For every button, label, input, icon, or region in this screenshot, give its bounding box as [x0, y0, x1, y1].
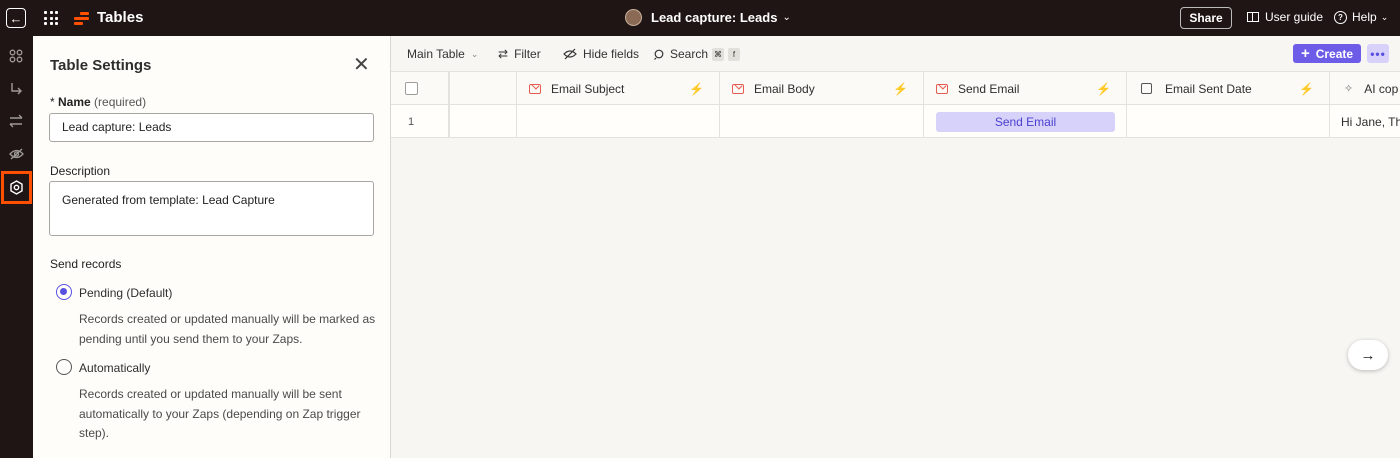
settings-gear-button[interactable] [1, 171, 32, 204]
user-guide-label: User guide [1265, 10, 1324, 24]
chevron-down-icon: ⌄ [782, 12, 791, 23]
search-icon [654, 49, 664, 60]
help-icon: ? [1334, 10, 1347, 24]
hidden-eye-icon [563, 48, 577, 60]
filter-icon: ⇄ [498, 47, 509, 61]
name-label: * Name (required) [50, 95, 147, 109]
filter-button[interactable]: ⇄ Filter [498, 47, 541, 61]
view-label: Main Table [407, 47, 465, 61]
pending-description: Records created or updated manually will… [79, 312, 376, 346]
search-button[interactable]: Search ⌘ f [654, 47, 741, 61]
name-field[interactable]: Lead capture: Leads [49, 113, 374, 142]
app-brand[interactable]: Tables [74, 9, 143, 26]
more-icon: ••• [1370, 46, 1386, 61]
book-icon [1247, 12, 1259, 22]
column-title: Email Body [754, 81, 815, 96]
automatically-radio[interactable] [56, 359, 72, 375]
arrow-right-icon: → [1360, 346, 1376, 364]
column-title: Email Subject [551, 81, 625, 96]
create-label: Create [1315, 46, 1354, 61]
search-label: Search [670, 47, 709, 61]
hide-fields-button[interactable]: Hide fields [563, 47, 639, 61]
column-title: AI cop [1364, 81, 1399, 96]
email-subject-cell[interactable] [517, 105, 720, 138]
left-rail [0, 36, 33, 458]
swap-icon[interactable] [7, 112, 25, 130]
row-number: 1 [408, 115, 415, 128]
user-guide-link[interactable]: User guide [1247, 10, 1323, 24]
send-records-label: Send records [50, 257, 122, 271]
more-options-button[interactable]: ••• [1367, 44, 1389, 63]
column-title: Send Email [958, 81, 1020, 96]
app-name: Tables [97, 9, 144, 26]
column-header-email-body[interactable]: Email Body ⚡ [720, 72, 924, 105]
scroll-right-button[interactable]: → [1348, 340, 1388, 370]
select-all-checkbox[interactable] [405, 82, 418, 95]
view-selector[interactable]: Main Table ⌄ [407, 47, 478, 61]
pending-radio[interactable] [56, 284, 72, 300]
row-number-cell[interactable]: 1 [391, 105, 449, 138]
arrow-left-icon: ← [9, 10, 23, 26]
close-icon[interactable]: ✕ [353, 55, 370, 75]
bolt-icon: ⚡ [893, 81, 908, 96]
chevron-down-icon: ⌄ [470, 48, 479, 59]
table-toolbar: Main Table ⌄ ⇄ Filter Hide fields Search… [391, 36, 1400, 72]
ai-copy-cell[interactable]: Hi Jane, Th [1330, 105, 1400, 138]
filter-label: Filter [514, 47, 541, 61]
email-sent-date-cell[interactable] [1127, 105, 1330, 138]
mail-icon [732, 83, 744, 94]
table-title-dropdown[interactable]: Lead capture: Leads ⌄ [625, 9, 791, 26]
column-title: Email Sent Date [1165, 81, 1252, 96]
column-header-ai-copy[interactable]: ✧ AI cop [1330, 72, 1400, 105]
help-menu[interactable]: ? Help ⌄ [1334, 10, 1388, 24]
chevron-down-icon: ⌄ [1380, 11, 1389, 22]
description-field[interactable]: Generated from template: Lead Capture [49, 181, 374, 236]
row-blank-cell[interactable] [449, 105, 517, 138]
column-header-email-sent-date[interactable]: Email Sent Date ⚡ [1127, 72, 1330, 105]
back-button[interactable]: ← [6, 8, 26, 28]
arrow-turn-icon[interactable] [7, 80, 25, 98]
column-header-email-subject[interactable]: Email Subject ⚡ [517, 72, 720, 105]
top-bar: ← Tables Lead capture: Leads ⌄ Share Use… [0, 0, 1400, 36]
pending-radio-label[interactable]: Pending (Default) [79, 286, 172, 300]
command-key: ⌘ [712, 47, 725, 61]
table-title: Lead capture: Leads [651, 10, 778, 25]
automatically-radio-label[interactable]: Automatically [79, 361, 150, 375]
create-button[interactable]: + Create [1293, 44, 1361, 63]
hide-fields-label: Hide fields [583, 47, 640, 61]
tables-logo-icon [74, 11, 90, 25]
help-label: Help [1352, 10, 1377, 24]
avatar [625, 9, 642, 26]
apps-icon[interactable] [7, 47, 25, 65]
bolt-icon: ⚡ [1299, 81, 1314, 96]
header-blank-cell [449, 72, 517, 105]
gear-icon [10, 180, 23, 195]
bolt-icon: ⚡ [689, 81, 704, 96]
calendar-icon [1141, 83, 1152, 94]
send-email-button[interactable]: Send Email [936, 111, 1115, 132]
mail-icon [936, 83, 948, 94]
select-all-cell [391, 72, 449, 105]
description-label: Description [50, 164, 111, 178]
apps-grid-icon[interactable] [44, 11, 58, 25]
automatically-description: Records created or updated manually will… [79, 387, 361, 440]
hidden-eye-icon[interactable] [7, 145, 25, 163]
plus-icon: + [1300, 45, 1310, 62]
send-email-cell: Send Email [924, 105, 1127, 138]
table-settings-panel: Table Settings ✕ * Name (required) Lead … [33, 36, 391, 458]
email-body-cell[interactable] [720, 105, 924, 138]
table-row: 1 Send Email Hi Jane, Th [391, 105, 1400, 138]
share-button[interactable]: Share [1180, 7, 1232, 29]
mail-icon [529, 83, 541, 94]
ai-copy-text: Hi Jane, Th [1341, 114, 1400, 129]
ai-icon: ✧ [1344, 83, 1354, 95]
f-key: f [728, 47, 741, 61]
panel-title: Table Settings [50, 57, 152, 74]
table-header-row: Email Subject ⚡ Email Body ⚡ Send Email … [391, 72, 1400, 105]
column-header-send-email[interactable]: Send Email ⚡ [924, 72, 1127, 105]
bolt-icon: ⚡ [1096, 81, 1111, 96]
